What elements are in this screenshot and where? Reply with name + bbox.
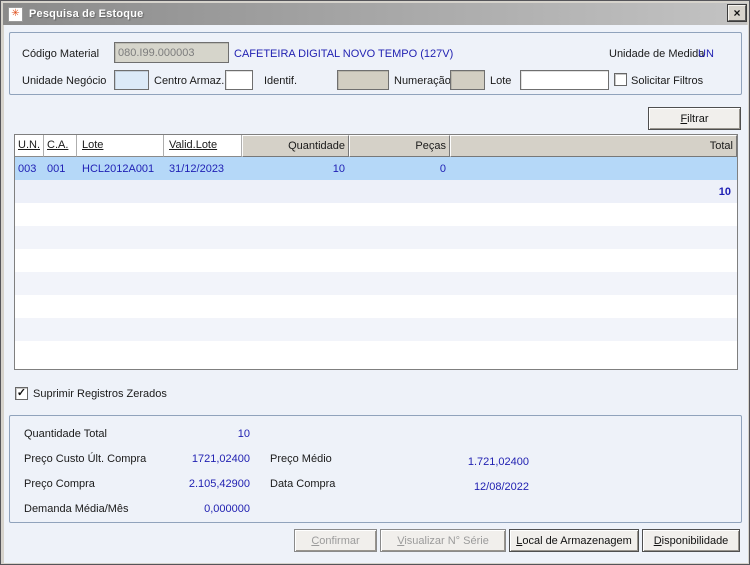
table-total-row: 10: [15, 180, 737, 203]
cell-valid-lote: 31/12/2023: [169, 162, 225, 175]
cell-ca: 001: [47, 162, 66, 175]
table-empty-row: [15, 318, 737, 341]
demanda-media-value: 0,000000: [204, 503, 250, 515]
summary-panel: Quantidade Total 10 Preço Custo Últ. Com…: [9, 415, 742, 523]
cell-un: 003: [18, 162, 37, 175]
client-area: Código Material CAFETEIRA DIGITAL NOVO T…: [4, 25, 748, 563]
lote-label: Lote: [490, 75, 512, 87]
col-header-total[interactable]: Total: [450, 135, 737, 157]
col-header-pecas[interactable]: Peças: [349, 135, 450, 157]
local-armazenagem-button[interactable]: Local de Armazenagem: [509, 529, 639, 552]
data-compra-label: Data Compra: [270, 478, 336, 490]
quantidade-total-value: 10: [237, 428, 250, 440]
suprimir-registros-checkbox[interactable]: ✓: [15, 387, 28, 400]
confirmar-button[interactable]: Confirmar: [294, 529, 377, 552]
filtrar-button[interactable]: Filtrar: [648, 107, 741, 130]
table-empty-row: [15, 203, 737, 226]
dialog-pesquisa-de-estoque: ✳ Pesquisa de Estoque × Código Material …: [0, 0, 750, 565]
quantidade-total-label: Quantidade Total: [24, 428, 107, 440]
col-header-lote[interactable]: Lote: [77, 135, 164, 157]
preco-medio-value: 1.721,02400: [467, 456, 529, 468]
table-row[interactable]: 003 001 HCL2012A001 31/12/2023 10 0: [15, 157, 737, 180]
codigo-material-label: Código Material: [22, 48, 100, 60]
identif-label: Identif.: [264, 75, 298, 87]
app-icon: ✳: [8, 6, 23, 22]
centro-armaz-field[interactable]: [225, 70, 253, 90]
visualizar-serie-button[interactable]: Visualizar N° Série: [380, 529, 506, 552]
cell-pecas: 0: [439, 162, 446, 175]
results-grid: U.N. C.A. Lote Valid.Lote Quantidade Peç…: [14, 134, 738, 370]
preco-compra-value: 2.105,42900: [188, 478, 250, 490]
titlebar: ✳ Pesquisa de Estoque: [3, 3, 747, 25]
cell-quantidade: 10: [332, 162, 345, 175]
numeracao-label: Numeração: [394, 75, 451, 87]
grid-header: U.N. C.A. Lote Valid.Lote Quantidade Peç…: [15, 135, 737, 157]
col-header-valid-lote[interactable]: Valid.Lote: [164, 135, 242, 157]
table-empty-row: [15, 341, 737, 364]
solicitar-filtros-checkbox[interactable]: [614, 73, 627, 86]
col-header-ca[interactable]: C.A.: [44, 135, 77, 157]
window-title: Pesquisa de Estoque: [29, 8, 144, 20]
numeracao-field[interactable]: [450, 70, 485, 90]
unidade-medida-value: UN: [698, 48, 714, 60]
table-empty-row: [15, 272, 737, 295]
table-empty-row: [15, 249, 737, 272]
preco-medio-label: Preço Médio: [270, 453, 332, 465]
preco-custo-value: 1721,02400: [191, 453, 250, 465]
codigo-material-field[interactable]: [114, 42, 229, 63]
centro-armaz-label: Centro Armaz.: [154, 75, 225, 87]
disponibilidade-button[interactable]: Disponibilidade: [642, 529, 740, 552]
col-header-quantidade[interactable]: Quantidade: [242, 135, 349, 157]
col-header-un[interactable]: U.N.: [15, 135, 44, 157]
solicitar-filtros-label: Solicitar Filtros: [631, 75, 704, 87]
lote-field[interactable]: [520, 70, 609, 90]
identif-field[interactable]: [337, 70, 389, 90]
close-button[interactable]: ×: [728, 5, 746, 21]
data-compra-value: 12/08/2022: [473, 481, 529, 493]
unidade-negocio-label: Unidade Negócio: [22, 75, 107, 87]
unidade-negocio-field[interactable]: [114, 70, 149, 90]
table-empty-row: [15, 226, 737, 249]
unidade-medida-label: Unidade de Medida: [609, 48, 705, 60]
grand-total-value: 10: [718, 185, 731, 198]
material-descricao: CAFETEIRA DIGITAL NOVO TEMPO (127V): [234, 48, 454, 60]
cell-lote: HCL2012A001: [82, 162, 155, 175]
filter-panel: Código Material CAFETEIRA DIGITAL NOVO T…: [9, 32, 742, 95]
table-empty-row: [15, 295, 737, 318]
suprimir-registros-label: Suprimir Registros Zerados: [33, 388, 167, 400]
preco-compra-label: Preço Compra: [24, 478, 95, 490]
